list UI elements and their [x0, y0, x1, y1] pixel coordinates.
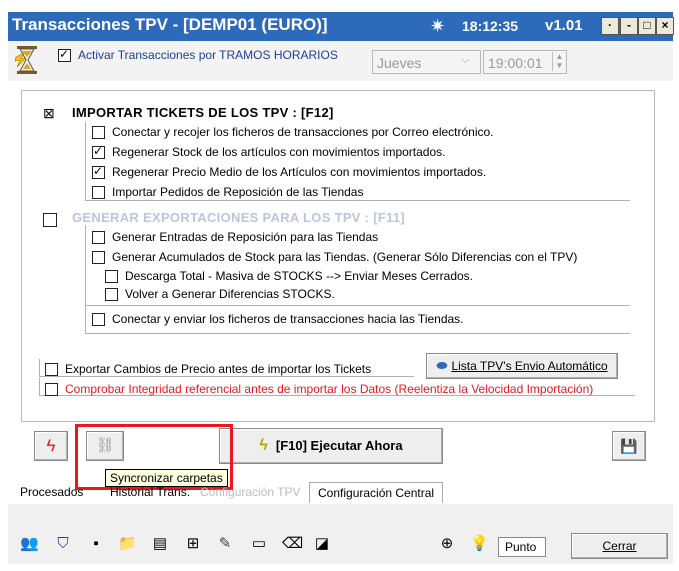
- lightning-button[interactable]: ϟ: [34, 431, 68, 461]
- export-sub-item-checkbox[interactable]: [105, 288, 118, 302]
- execute-now-label: [F10] Ejecutar Ahora: [275, 438, 403, 453]
- document-icon[interactable]: ▤: [151, 535, 169, 553]
- schedule-row: Activar Transacciones por TRAMOS HORARIO…: [8, 41, 673, 81]
- close-button-label: Cerrar: [602, 539, 637, 553]
- send-files-option[interactable]: Conectar y enviar los ficheros de transa…: [92, 312, 464, 327]
- export-icon[interactable]: ◪: [313, 535, 331, 553]
- save-icon[interactable]: ▪: [87, 535, 105, 553]
- system-menu-button[interactable]: ·: [601, 17, 619, 35]
- save-icon: 💾: [620, 438, 638, 454]
- activate-schedule-label: Activar Transacciones por TRAMOS HORARIO…: [78, 48, 338, 62]
- export-sub-item-label: Volver a Generar Diferencias STOCKS.: [125, 287, 335, 301]
- import-item-1[interactable]: Regenerar Stock de los artículos con mov…: [92, 144, 446, 160]
- chevron-down-icon: ⌵: [461, 54, 470, 66]
- import-header-checkbox[interactable]: ⊠: [43, 105, 55, 122]
- activate-schedule-checkbox[interactable]: [58, 47, 71, 63]
- import-item-3[interactable]: Importar Pedidos de Reposición de las Ti…: [92, 185, 364, 200]
- import-item-label: Regenerar Precio Medio de los Artículos …: [112, 165, 487, 179]
- save-button[interactable]: 💾: [612, 431, 646, 461]
- list-icon: ⬬: [436, 358, 448, 373]
- version-label: v1.01: [545, 17, 583, 34]
- price-changes-checkbox[interactable]: [45, 363, 58, 377]
- import-item-checkbox[interactable]: [92, 144, 105, 160]
- import-item-0[interactable]: Conectar y recojer los ficheros de trans…: [92, 125, 494, 140]
- day-select[interactable]: Jueves ⌵: [372, 50, 481, 74]
- lightning-icon: ϟ: [46, 436, 56, 455]
- export-item-checkbox[interactable]: [92, 231, 105, 245]
- bulb-icon[interactable]: 💡: [470, 535, 489, 553]
- execute-now-button[interactable]: ϟ [F10] Ejecutar Ahora: [219, 428, 443, 464]
- auto-send-list-label: Lista TPV's Envio Automático: [451, 359, 608, 373]
- execute-lightning-icon: ϟ: [259, 437, 268, 454]
- close-button[interactable]: Cerrar: [571, 533, 668, 559]
- pen-icon[interactable]: ✎: [216, 535, 234, 553]
- title-bar: Transacciones TPV - [DEMP01 (EURO)] ✷ 18…: [8, 12, 674, 41]
- clock-time: 18:12:35: [462, 18, 519, 34]
- separator-value: Punto: [505, 540, 537, 554]
- time-input-value: 19:00:01: [488, 55, 543, 71]
- price-changes-label: Exportar Cambios de Precio antes de impo…: [65, 362, 372, 376]
- time-input[interactable]: 19:00:01 ▲ ▼: [483, 50, 567, 74]
- export-item-label: Generar Entradas de Reposición para las …: [112, 230, 379, 244]
- import-item-checkbox[interactable]: [92, 126, 105, 140]
- tab-config-central[interactable]: Configuración Central: [309, 482, 444, 503]
- export-item-1[interactable]: Generar Acumulados de Stock para las Tie…: [92, 250, 578, 265]
- hanger-icon[interactable]: ⛉: [54, 535, 72, 553]
- import-item-checkbox[interactable]: [92, 164, 105, 180]
- minimize-button[interactable]: -: [620, 17, 638, 35]
- auto-send-list-button[interactable]: ⬬ Lista TPV's Envio Automático: [426, 353, 618, 379]
- export-item-checkbox[interactable]: [92, 251, 105, 265]
- time-spinner[interactable]: ▲ ▼: [552, 52, 566, 71]
- export-item-0[interactable]: Generar Entradas de Reposición para las …: [92, 230, 379, 245]
- eraser-icon[interactable]: ⌫: [282, 535, 303, 553]
- export-item-label: Generar Acumulados de Stock para las Tie…: [112, 250, 578, 264]
- send-files-label: Conectar y enviar los ficheros de transa…: [112, 312, 464, 326]
- options-panel: ⊠ IMPORTAR TICKETS DE LOS TPV : [F12] Co…: [21, 90, 655, 422]
- import-item-label: Regenerar Stock de los artículos con mov…: [112, 145, 446, 159]
- price-changes-option[interactable]: Exportar Cambios de Precio antes de impo…: [45, 362, 372, 377]
- import-section-title: IMPORTAR TICKETS DE LOS TPV : [F12]: [72, 105, 334, 120]
- integrity-option[interactable]: Comprobar Integridad referencial antes d…: [45, 382, 594, 397]
- users-icon[interactable]: 👥: [20, 535, 39, 553]
- tooltip: Syncronizar carpetas: [105, 469, 228, 487]
- export-sub-item-0[interactable]: Descarga Total - Masiva de STOCKS --> En…: [105, 269, 474, 284]
- clock-icon: ✷: [430, 16, 446, 36]
- export-header-checkbox[interactable]: [43, 212, 57, 227]
- divider: [85, 305, 630, 306]
- card-icon[interactable]: ▭: [250, 535, 268, 553]
- tab-procesados[interactable]: Procesados: [20, 482, 83, 502]
- activate-schedule-option[interactable]: Activar Transacciones por TRAMOS HORARIO…: [58, 47, 338, 63]
- separator-field[interactable]: Punto: [498, 537, 546, 557]
- integrity-label: Comprobar Integridad referencial antes d…: [65, 382, 594, 396]
- move-icon[interactable]: ⊕: [438, 535, 456, 553]
- import-item-label: Conectar y recojer los ficheros de trans…: [112, 125, 494, 139]
- export-sub-item-checkbox[interactable]: [105, 270, 118, 284]
- hourglass-icon: [14, 45, 40, 75]
- export-section-title: GENERAR EXPORTACIONES PARA LOS TPV : [F1…: [72, 210, 406, 225]
- export-sub-item-label: Descarga Total - Masiva de STOCKS --> En…: [125, 269, 474, 283]
- folder-icon[interactable]: 📁: [118, 535, 137, 553]
- import-item-2[interactable]: Regenerar Precio Medio de los Artículos …: [92, 164, 487, 180]
- send-files-checkbox[interactable]: [92, 313, 105, 327]
- window-title: Transacciones TPV - [DEMP01 (EURO)]: [12, 15, 328, 34]
- close-window-button[interactable]: ×: [656, 17, 674, 35]
- day-select-value: Jueves: [377, 55, 422, 71]
- import-item-checkbox[interactable]: [92, 186, 105, 200]
- maximize-button[interactable]: □: [638, 17, 656, 35]
- integrity-checkbox[interactable]: [45, 383, 58, 397]
- network-icon[interactable]: ⊞: [184, 535, 202, 553]
- export-sub-item-1[interactable]: Volver a Generar Diferencias STOCKS.: [105, 287, 335, 302]
- import-item-label: Importar Pedidos de Reposición de las Ti…: [112, 185, 364, 199]
